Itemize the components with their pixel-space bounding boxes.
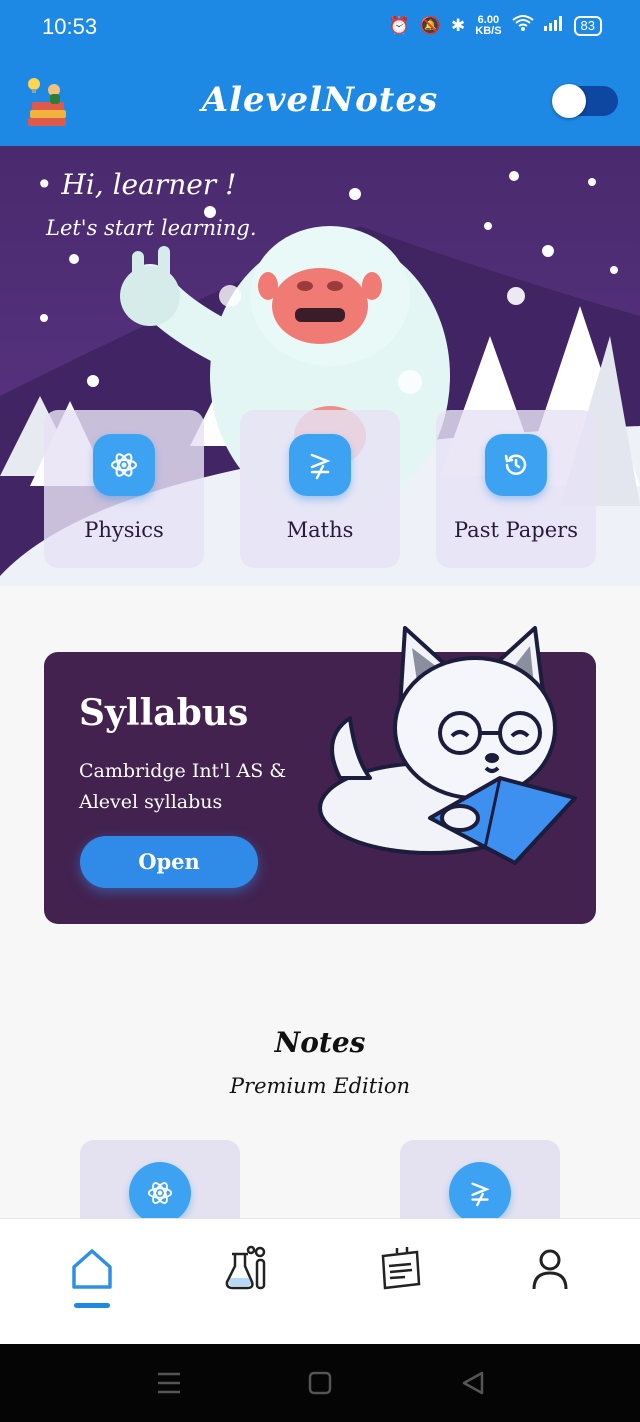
toggle-knob xyxy=(552,84,586,118)
menu-icon[interactable] xyxy=(154,1370,184,1396)
lab-flask-icon xyxy=(225,1245,266,1290)
app-title: AlevelNotes xyxy=(201,80,439,120)
notes-title: Notes xyxy=(274,1026,366,1059)
reading-dog-illustration xyxy=(318,626,577,865)
atom-icon xyxy=(93,434,155,496)
system-navigation-bar xyxy=(0,1344,640,1422)
syllabus-description: Cambridge Int'l AS & Alevel syllabus xyxy=(79,760,287,813)
net-speed-unit: KB/S xyxy=(475,24,502,37)
atom-icon xyxy=(129,1162,191,1224)
nav-profile[interactable] xyxy=(520,1239,580,1299)
nav-lab[interactable] xyxy=(216,1239,276,1299)
battery-indicator: 83 xyxy=(573,15,602,36)
subject-label-past-papers: Past Papers xyxy=(454,518,578,542)
network-speed: 6.00 KB/S xyxy=(475,14,502,37)
status-icons: ⏰ 🔕 ✱ 6.00 KB/S 83 xyxy=(389,14,602,37)
subject-card-maths[interactable]: Maths xyxy=(240,410,400,568)
nav-home[interactable] xyxy=(62,1239,122,1299)
notepad-icon xyxy=(381,1247,421,1290)
greeting-subtitle: Let's start learning. xyxy=(46,216,257,240)
theme-toggle[interactable] xyxy=(552,84,618,118)
notes-subtitle: Premium Edition xyxy=(229,1074,411,1098)
history-icon xyxy=(485,434,547,496)
bell-off-icon: 🔕 xyxy=(419,15,441,35)
not-greater-equal-icon xyxy=(289,434,351,496)
alarm-icon: ⏰ xyxy=(388,15,410,35)
app-bar: AlevelNotes xyxy=(0,56,640,146)
bluetooth-icon: ✱ xyxy=(451,15,466,35)
subject-card-physics[interactable]: Physics xyxy=(44,410,204,568)
home-icon xyxy=(72,1249,112,1289)
bottom-navigation xyxy=(0,1218,640,1344)
signal-icon xyxy=(543,15,564,36)
subject-label-physics: Physics xyxy=(84,518,164,542)
nav-active-indicator xyxy=(74,1303,110,1308)
status-time: 10:53 xyxy=(42,14,98,39)
wifi-icon xyxy=(511,14,534,37)
not-greater-equal-icon xyxy=(449,1162,511,1224)
status-bar: 10:53 ⏰ 🔕 ✱ 6.00 KB/S 83 xyxy=(0,0,640,56)
nav-notes[interactable] xyxy=(370,1239,430,1299)
syllabus-open-button[interactable]: Open xyxy=(80,836,258,888)
home-square-icon[interactable] xyxy=(305,1370,335,1396)
back-triangle-icon[interactable] xyxy=(458,1370,488,1396)
subject-label-maths: Maths xyxy=(286,518,354,542)
subject-card-past-papers[interactable]: Past Papers xyxy=(436,410,596,568)
user-icon xyxy=(532,1249,568,1290)
syllabus-title: Syllabus xyxy=(79,692,249,734)
greeting-text: • Hi, learner ! xyxy=(36,168,237,201)
